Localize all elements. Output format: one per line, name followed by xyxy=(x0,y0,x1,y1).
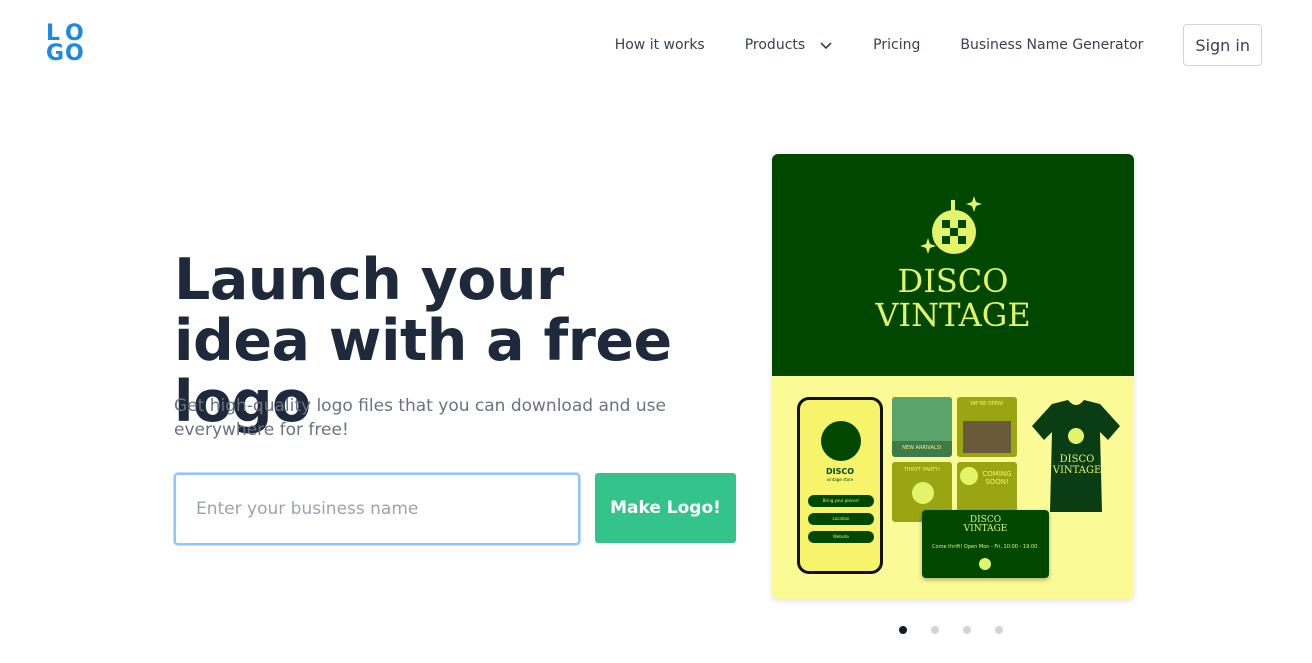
nav-how-it-works-label: How it works xyxy=(614,37,705,53)
social-tile-caption: WE'RE OPEN! xyxy=(970,401,1004,407)
business-card-hours: Come thrift! Open Mon - Fri, 10:00 - 19:… xyxy=(932,544,1039,550)
social-tile-caption: NEW ARRIVALS! xyxy=(902,445,942,451)
sign-in-button[interactable]: Sign in xyxy=(1183,24,1262,66)
showcase-card: DISCO VINTAGE DISCO vintage store Bring … xyxy=(772,154,1134,599)
nav-business-name-generator-label: Business Name Generator xyxy=(960,37,1144,53)
chevron-down-icon xyxy=(820,42,832,50)
phone-pill: Website xyxy=(808,531,874,543)
tshirt-text: DISCO VINTAGE xyxy=(1052,454,1102,476)
phone-title: DISCO xyxy=(825,467,855,476)
social-tile: WE'RE OPEN! xyxy=(957,397,1017,457)
carousel-dot[interactable] xyxy=(963,626,971,634)
nav-pricing[interactable]: Pricing xyxy=(873,37,920,53)
make-logo-button[interactable]: Make Logo! xyxy=(595,473,736,543)
phone-mockup: DISCO vintage store Bring your pieces! L… xyxy=(797,397,883,574)
social-tile-caption: COMING SOON! xyxy=(982,470,1012,486)
disco-ball-icon xyxy=(979,558,991,570)
carousel-dot[interactable] xyxy=(899,626,907,634)
social-tile: NEW ARRIVALS! xyxy=(892,397,952,457)
showcase-logo-panel: DISCO VINTAGE xyxy=(772,154,1134,376)
nav-products-label: Products xyxy=(744,37,806,53)
carousel-dot[interactable] xyxy=(931,626,939,634)
hero-subtitle: Get high-quality logo files that you can… xyxy=(174,396,666,440)
social-tile-caption: THRIFT PARTY! xyxy=(903,467,941,473)
business-name-input[interactable] xyxy=(174,473,580,545)
site-logo[interactable]: L O G O xyxy=(46,23,86,66)
brand-name-line1: DISCO xyxy=(897,262,1009,300)
carousel-dots xyxy=(899,626,1027,634)
logo-letter-o2: O xyxy=(65,41,84,66)
disco-ball-icon xyxy=(920,196,982,254)
nav-business-name-generator[interactable]: Business Name Generator xyxy=(960,37,1143,53)
phone-pill: Bring your pieces! xyxy=(808,495,874,507)
business-card-name2: VINTAGE xyxy=(963,524,1008,534)
nav-pricing-label: Pricing xyxy=(873,37,921,53)
phone-subtitle: vintage store xyxy=(826,477,854,482)
carousel-dot[interactable] xyxy=(995,626,1003,634)
business-card-mockup: DISCO VINTAGE Come thrift! Open Mon - Fr… xyxy=(922,510,1049,578)
brand-name-line2: VINTAGE xyxy=(875,296,1031,334)
nav-products[interactable]: Products xyxy=(745,37,833,53)
phone-logo-badge xyxy=(821,421,861,461)
phone-pill: Location xyxy=(808,513,874,525)
main-nav: How it works Products Pricing Business N… xyxy=(615,24,1262,66)
nav-how-it-works[interactable]: How it works xyxy=(615,37,705,53)
logo-letter-g: G xyxy=(46,41,65,66)
